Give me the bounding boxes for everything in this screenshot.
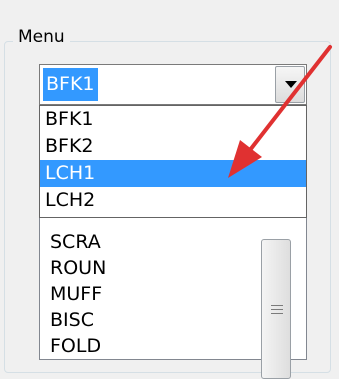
- list-item[interactable]: FOLD: [50, 331, 101, 361]
- scrollbar-thumb[interactable]: [261, 239, 291, 379]
- grip-line: [271, 313, 283, 314]
- menu-group-label: Menu: [13, 27, 70, 47]
- grip-line: [271, 309, 283, 310]
- dropdown-button[interactable]: [275, 66, 305, 103]
- menu-listbox[interactable]: SCRA ROUN MUFF BISC FOLD: [39, 200, 307, 379]
- combobox-dropdown-list: BFK1 BFK2 LCH1 LCH2: [39, 105, 307, 218]
- grip-line: [271, 305, 283, 306]
- dropdown-option-lch1[interactable]: LCH1: [40, 160, 306, 187]
- menu-combobox[interactable]: BFK1: [39, 64, 307, 105]
- dropdown-option-bfk1[interactable]: BFK1: [40, 106, 306, 133]
- dropdown-option-lch2[interactable]: LCH2: [40, 187, 306, 214]
- chevron-down-icon: [285, 81, 297, 88]
- dropdown-option-bfk2[interactable]: BFK2: [40, 133, 306, 160]
- combobox-selected-value: BFK1: [43, 68, 98, 101]
